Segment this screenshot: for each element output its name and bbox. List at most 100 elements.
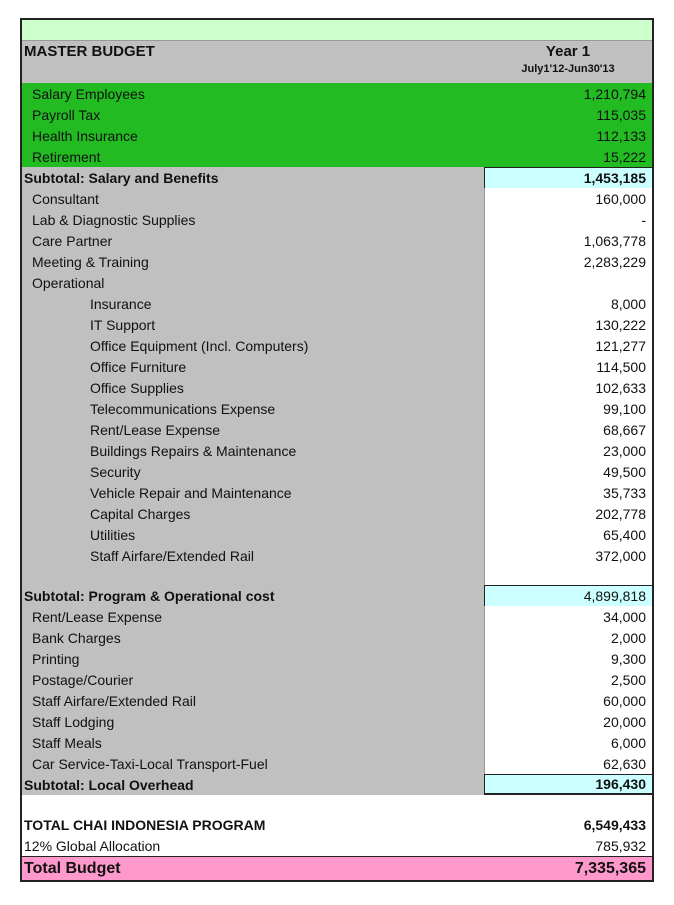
- budget-line-row: Office Supplies 102,633: [22, 377, 652, 398]
- total-program-row: TOTAL CHAI INDONESIA PROGRAM 6,549,433: [22, 814, 652, 835]
- line-item-value: 99,100: [484, 398, 652, 419]
- budget-line-row: Office Furniture 114,500: [22, 356, 652, 377]
- line-item-label: Car Service-Taxi-Local Transport-Fuel: [22, 753, 485, 774]
- budget-line-row: Capital Charges 202,778: [22, 503, 652, 524]
- master-budget-sheet: MASTER BUDGET Year 1 July1'12-Jun30'13 S…: [20, 18, 654, 882]
- budget-line-row: Retirement 15,222: [22, 146, 652, 167]
- line-item-label: Payroll Tax: [22, 104, 485, 125]
- budget-line-row: Office Equipment (Incl. Computers) 121,27…: [22, 335, 652, 356]
- budget-line-row: Staff Airfare/Extended Rail 60,000: [22, 690, 652, 711]
- line-item-label: Staff Meals: [22, 732, 485, 753]
- spacer-row: [22, 566, 652, 585]
- period-label: July1'12-Jun30'13: [521, 63, 615, 75]
- line-item-value: 130,222: [484, 314, 652, 335]
- budget-line-row: Security 49,500: [22, 461, 652, 482]
- line-item-value: 160,000: [484, 188, 652, 209]
- budget-line-row: Telecommunications Expense 99,100: [22, 398, 652, 419]
- subtotal-overhead-row: Subtotal: Local Overhead 196,430: [22, 774, 652, 795]
- line-item-label: Printing: [22, 648, 485, 669]
- budget-line-row: Health Insurance 112,133: [22, 125, 652, 146]
- budget-line-row: IT Support 130,222: [22, 314, 652, 335]
- year-column-header: Year 1 July1'12-Jun30'13: [484, 41, 652, 83]
- line-item-value: 49,500: [484, 461, 652, 482]
- total-program-value: 6,549,433: [484, 814, 652, 835]
- line-item-label: Postage/Courier: [22, 669, 485, 690]
- line-item-value: 1,210,794: [484, 83, 652, 104]
- budget-line-row: Car Service-Taxi-Local Transport-Fuel 62,…: [22, 753, 652, 774]
- line-item-value: 2,000: [484, 627, 652, 648]
- line-item-value: 62,630: [484, 753, 652, 774]
- budget-line-row: Printing 9,300: [22, 648, 652, 669]
- budget-line-row: Bank Charges 2,000: [22, 627, 652, 648]
- budget-line-row: Vehicle Repair and Maintenance 35,733: [22, 482, 652, 503]
- budget-line-row: Consultant 160,000: [22, 188, 652, 209]
- subtotal-program-label: Subtotal: Program & Operational cost: [22, 585, 485, 606]
- budget-line-row: Rent/Lease Expense 34,000: [22, 606, 652, 627]
- operational-section: Insurance 8,000 IT Support 130,222 Office Eq…: [22, 293, 652, 566]
- top-band: [22, 20, 652, 41]
- budget-line-row: Salary Employees 1,210,794: [22, 83, 652, 104]
- line-item-value: 68,667: [484, 419, 652, 440]
- budget-line-row: Lab & Diagnostic Supplies -: [22, 209, 652, 230]
- sheet-title: MASTER BUDGET: [24, 43, 155, 60]
- global-allocation-label: 12% Global Allocation: [22, 835, 485, 856]
- budget-line-row: Rent/Lease Expense 68,667: [22, 419, 652, 440]
- line-item-value: 35,733: [484, 482, 652, 503]
- total-budget-row: Total Budget 7,335,365: [22, 856, 652, 880]
- line-item-label: Health Insurance: [22, 125, 485, 146]
- line-item-value: 114,500: [484, 356, 652, 377]
- line-item-value: 65,400: [484, 524, 652, 545]
- budget-line-row: Staff Airfare/Extended Rail 372,000: [22, 545, 652, 566]
- budget-line-row: Utilities 65,400: [22, 524, 652, 545]
- line-item-label: Bank Charges: [22, 627, 485, 648]
- line-item-value: 2,283,229: [484, 251, 652, 272]
- budget-line-row: Operational: [22, 272, 652, 293]
- line-item-label: Staff Airfare/Extended Rail: [22, 545, 485, 566]
- budget-header: MASTER BUDGET Year 1 July1'12-Jun30'13: [22, 41, 652, 83]
- line-item-label: Telecommunications Expense: [22, 398, 485, 419]
- subtotal-salary-label: Subtotal: Salary and Benefits: [22, 167, 485, 188]
- line-item-label: Buildings Repairs & Maintenance: [22, 440, 485, 461]
- budget-line-row: Care Partner 1,063,778: [22, 230, 652, 251]
- line-item-value: 8,000: [484, 293, 652, 314]
- budget-line-row: Postage/Courier 2,500: [22, 669, 652, 690]
- line-item-label: Insurance: [22, 293, 485, 314]
- total-budget-label: Total Budget: [22, 857, 485, 880]
- line-item-label: Retirement: [22, 146, 485, 167]
- line-item-label: Care Partner: [22, 230, 485, 251]
- line-item-label: Consultant: [22, 188, 485, 209]
- budget-line-row: Staff Lodging 20,000: [22, 711, 652, 732]
- line-item-label: Staff Lodging: [22, 711, 485, 732]
- spacer-row-2: [22, 795, 652, 814]
- subtotal-overhead-value: 196,430: [484, 774, 652, 795]
- line-item-label: Capital Charges: [22, 503, 485, 524]
- program-section: Consultant 160,000 Lab & Diagnostic Suppli…: [22, 188, 652, 293]
- line-item-value: 202,778: [484, 503, 652, 524]
- line-item-value: 20,000: [484, 711, 652, 732]
- line-item-label: Security: [22, 461, 485, 482]
- line-item-label: Office Supplies: [22, 377, 485, 398]
- line-item-label: Rent/Lease Expense: [22, 606, 485, 627]
- line-item-label: Office Furniture: [22, 356, 485, 377]
- subtotal-overhead-label: Subtotal: Local Overhead: [22, 774, 485, 795]
- salary-section: Salary Employees 1,210,794 Payroll Tax 115,…: [22, 83, 652, 167]
- budget-line-row: Staff Meals 6,000: [22, 732, 652, 753]
- global-allocation-value: 785,932: [484, 835, 652, 856]
- line-item-label: Operational: [22, 272, 485, 293]
- overhead-section: Rent/Lease Expense 34,000 Bank Charges 2,00…: [22, 606, 652, 774]
- line-item-label: Lab & Diagnostic Supplies: [22, 209, 485, 230]
- line-item-value: 372,000: [484, 545, 652, 566]
- line-item-value: 9,300: [484, 648, 652, 669]
- line-item-value: 2,500: [484, 669, 652, 690]
- line-item-label: Vehicle Repair and Maintenance: [22, 482, 485, 503]
- line-item-value: 102,633: [484, 377, 652, 398]
- line-item-value: [484, 272, 652, 293]
- line-item-value: 121,277: [484, 335, 652, 356]
- line-item-label: Office Equipment (Incl. Computers): [22, 335, 485, 356]
- line-item-label: IT Support: [22, 314, 485, 335]
- line-item-label: Meeting & Training: [22, 251, 485, 272]
- line-item-value: 115,035: [484, 104, 652, 125]
- line-item-value: 112,133: [484, 125, 652, 146]
- line-item-value: 34,000: [484, 606, 652, 627]
- line-item-label: Staff Airfare/Extended Rail: [22, 690, 485, 711]
